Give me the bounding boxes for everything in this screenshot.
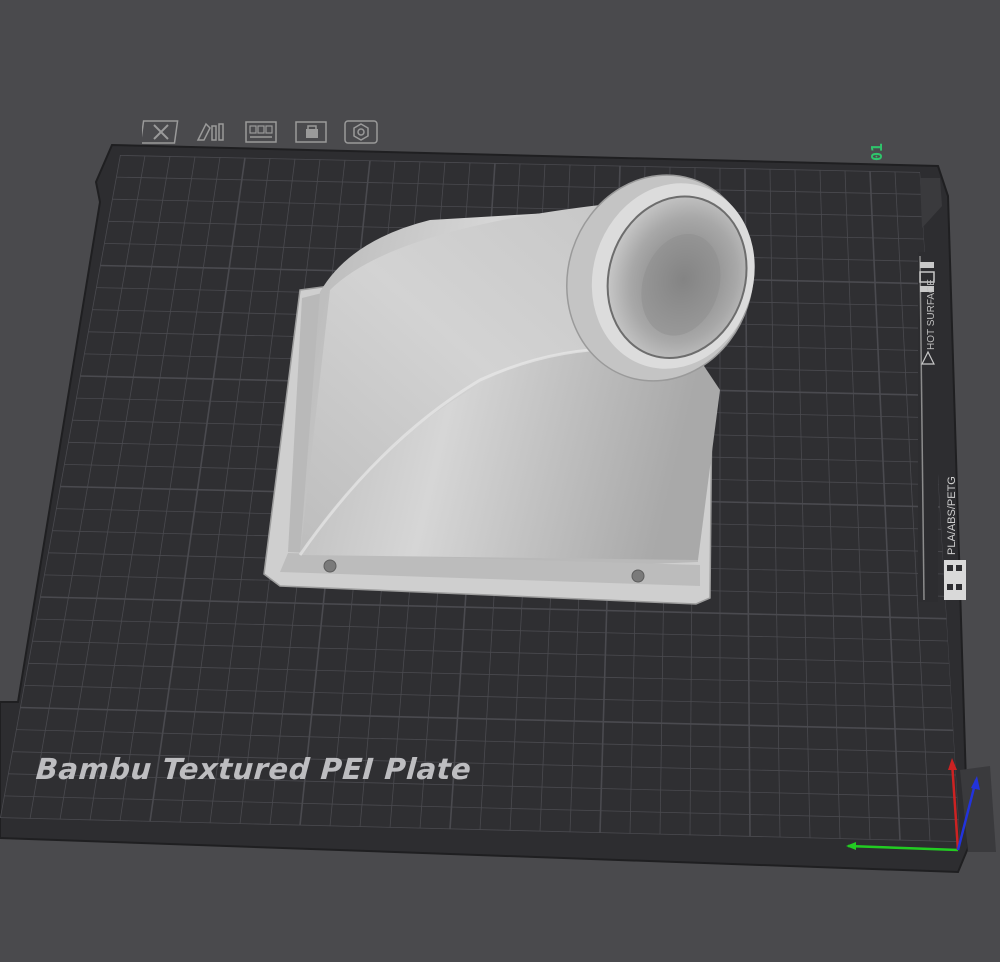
close-icon [142, 120, 179, 144]
gear-icon [344, 120, 378, 144]
layout-button[interactable] [242, 118, 280, 146]
lock-button[interactable] [292, 118, 330, 146]
plate-settings-button[interactable] [342, 118, 380, 146]
plate-name-label: Bambu Textured PEI Plate [34, 752, 473, 786]
plate-number: 01 [868, 142, 887, 162]
remove-plate-button[interactable] [142, 118, 180, 146]
arrange-icon [196, 122, 224, 141]
grid-layout-icon [245, 121, 277, 143]
hot-surface-warning: HOT SURFACE [926, 279, 937, 350]
arrange-button[interactable] [192, 118, 230, 146]
plate-materials: PLA/ABS/PETG [946, 476, 958, 555]
lock-icon [295, 121, 327, 143]
